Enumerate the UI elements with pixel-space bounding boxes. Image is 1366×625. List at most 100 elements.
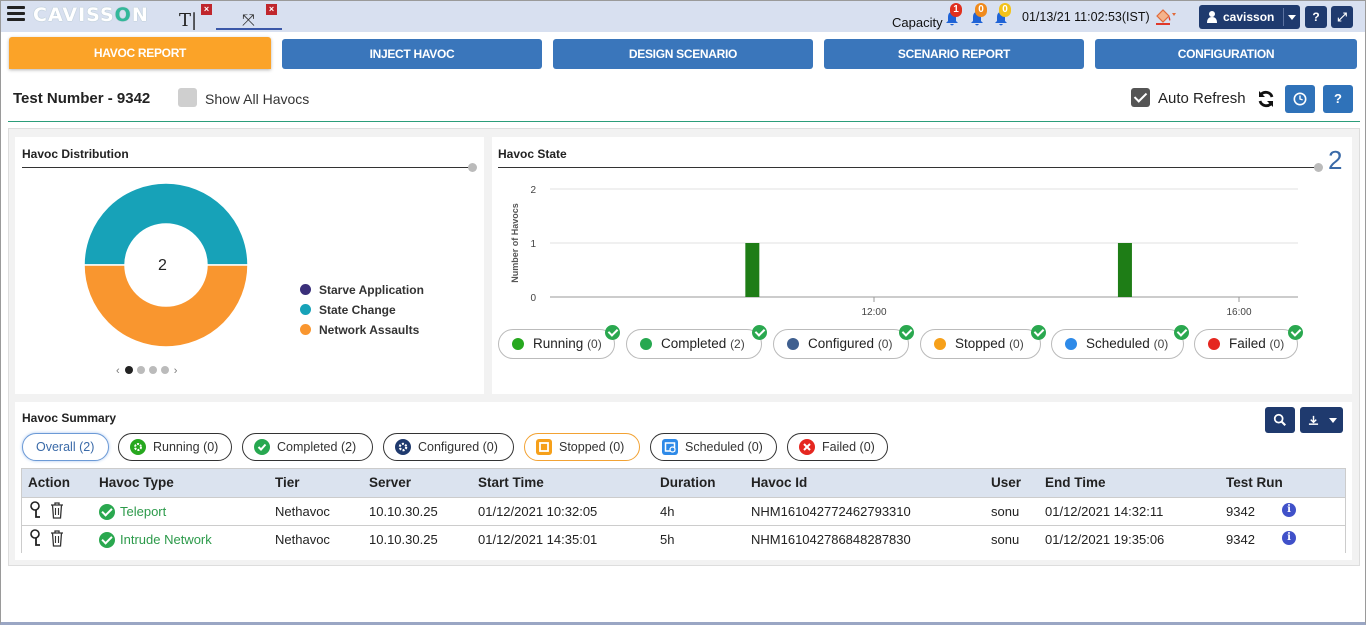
show-all-havocs-checkbox[interactable] bbox=[178, 88, 197, 107]
alert-bell-major[interactable]: 0 bbox=[970, 3, 987, 27]
top-bar: CAVISSON T| × ⤧ × Capacity 1 0 0 01/13/2… bbox=[1, 1, 1365, 32]
column-header[interactable]: User bbox=[991, 475, 1021, 490]
search-button[interactable] bbox=[1265, 407, 1295, 433]
alert-bell-minor[interactable]: 0 bbox=[994, 3, 1011, 27]
check-icon bbox=[1031, 325, 1046, 340]
page-help-button[interactable]: ? bbox=[1323, 85, 1353, 113]
probe-icon[interactable] bbox=[30, 529, 42, 549]
history-button[interactable] bbox=[1285, 85, 1315, 113]
close-icon[interactable]: × bbox=[266, 4, 277, 15]
divider bbox=[498, 167, 1318, 168]
chart-bar[interactable] bbox=[745, 243, 760, 297]
tab-scenario-report[interactable]: SCENARIO REPORT bbox=[824, 39, 1084, 69]
filter-completed[interactable]: Completed (2) bbox=[242, 433, 373, 461]
donut-slice-state-change[interactable] bbox=[83, 182, 249, 266]
duration-cell: 5h bbox=[660, 532, 675, 547]
legend-item[interactable]: Starve Application bbox=[300, 283, 424, 297]
close-icon[interactable]: × bbox=[201, 4, 212, 15]
filter-scheduled[interactable]: Scheduled (0) bbox=[650, 433, 777, 461]
havoc-id-cell: NHM161042772462793310 bbox=[751, 504, 911, 519]
column-header[interactable]: End Time bbox=[1045, 475, 1106, 490]
legend-item[interactable]: State Change bbox=[300, 303, 396, 317]
pager-dot[interactable] bbox=[124, 366, 133, 374]
alert-count-badge: 0 bbox=[975, 3, 987, 17]
app-tab-text[interactable]: T| × bbox=[177, 4, 213, 31]
capacity-label: Capacity bbox=[892, 15, 943, 30]
column-header[interactable]: Server bbox=[369, 475, 411, 490]
state-pill-stopped[interactable]: Stopped (0) bbox=[920, 325, 1046, 359]
theme-paint-icon[interactable] bbox=[1154, 6, 1176, 26]
test-run-cell: 9342 bbox=[1226, 504, 1255, 519]
tab-configuration[interactable]: CONFIGURATION bbox=[1095, 39, 1357, 69]
network-icon: ⤧ bbox=[242, 10, 255, 29]
check-icon bbox=[605, 325, 620, 340]
card-title: Havoc Distribution bbox=[22, 147, 129, 161]
state-pill-running[interactable]: Running (0) bbox=[498, 325, 620, 359]
user-cell: sonu bbox=[991, 504, 1020, 519]
tab-design-scenario[interactable]: DESIGN SCENARIO bbox=[553, 39, 813, 69]
state-pill-completed[interactable]: Completed (2) bbox=[626, 325, 767, 359]
refresh-icon[interactable] bbox=[1256, 89, 1276, 109]
donut-slice-network-assaults[interactable] bbox=[83, 264, 249, 348]
gear-icon bbox=[130, 439, 146, 455]
state-pill-scheduled[interactable]: Scheduled (0) bbox=[1051, 325, 1189, 359]
trash-icon[interactable] bbox=[50, 529, 64, 547]
column-header[interactable]: Havoc Type bbox=[99, 475, 174, 490]
column-header[interactable]: Duration bbox=[660, 475, 716, 490]
tab-havoc-report[interactable]: HAVOC REPORT bbox=[9, 37, 271, 69]
pager-dot[interactable] bbox=[160, 366, 169, 374]
status-dot bbox=[1208, 338, 1220, 350]
page-title: Test Number - 9342 bbox=[13, 90, 151, 107]
havoc-type-link[interactable]: Teleport bbox=[120, 504, 166, 519]
alert-bell-critical[interactable]: 1 bbox=[945, 3, 962, 27]
server-cell: 10.10.30.25 bbox=[369, 532, 438, 547]
end-time-cell: 01/12/2021 14:32:11 bbox=[1045, 504, 1164, 519]
column-header[interactable]: Start Time bbox=[478, 475, 544, 490]
user-icon bbox=[1207, 11, 1217, 23]
column-header[interactable]: Action bbox=[28, 475, 70, 490]
y-tick-label: 1 bbox=[530, 239, 536, 250]
info-icon[interactable]: i bbox=[1282, 503, 1296, 517]
column-header[interactable]: Test Run bbox=[1226, 475, 1283, 490]
trash-icon[interactable] bbox=[50, 501, 64, 519]
close-circle-icon bbox=[799, 439, 815, 455]
status-dot bbox=[787, 338, 799, 350]
havoc-type-link[interactable]: Intrude Network bbox=[120, 532, 212, 547]
search-icon bbox=[1273, 413, 1286, 426]
x-tick-label: 16:00 bbox=[1226, 307, 1251, 318]
havoc-total-count: 2 bbox=[1328, 145, 1343, 175]
auto-refresh-checkbox[interactable] bbox=[1131, 88, 1150, 107]
duration-cell: 4h bbox=[660, 504, 675, 519]
status-dot bbox=[1065, 338, 1077, 350]
download-button[interactable] bbox=[1300, 407, 1343, 433]
column-header[interactable]: Havoc Id bbox=[751, 475, 807, 490]
filter-running[interactable]: Running (0) bbox=[118, 433, 232, 461]
calendar-icon bbox=[662, 439, 678, 455]
app-tab-network[interactable]: ⤧ × bbox=[216, 4, 282, 30]
chart-bar[interactable] bbox=[1117, 243, 1132, 297]
filter-failed[interactable]: Failed (0) bbox=[787, 433, 888, 461]
filter-stopped[interactable]: Stopped (0) bbox=[524, 433, 640, 461]
info-icon[interactable]: i bbox=[1282, 531, 1296, 545]
filter-overall[interactable]: Overall (2) bbox=[22, 433, 109, 461]
state-pill-configured[interactable]: Configured (0) bbox=[773, 325, 914, 359]
download-icon bbox=[1308, 415, 1319, 425]
user-menu-button[interactable]: cavisson bbox=[1199, 5, 1300, 29]
chevron-right-icon[interactable]: › bbox=[174, 365, 178, 377]
probe-icon[interactable] bbox=[30, 501, 42, 521]
state-pill-failed[interactable]: Failed (0) bbox=[1194, 325, 1303, 359]
hamburger-menu-icon[interactable] bbox=[7, 6, 25, 22]
column-header[interactable]: Tier bbox=[275, 475, 300, 490]
current-datetime: 01/13/21 11:02:53(IST) bbox=[1022, 10, 1150, 24]
x-tick-label: 12:00 bbox=[861, 307, 886, 318]
pager-dot[interactable] bbox=[148, 366, 157, 374]
help-button[interactable]: ? bbox=[1305, 6, 1327, 28]
fullscreen-button[interactable]: ⤢ bbox=[1331, 6, 1353, 28]
tier-cell: Nethavoc bbox=[275, 532, 330, 547]
filter-configured[interactable]: Configured (0) bbox=[383, 433, 514, 461]
pager-dot[interactable] bbox=[136, 366, 145, 374]
legend-item[interactable]: Network Assaults bbox=[300, 323, 419, 337]
tab-inject-havoc[interactable]: INJECT HAVOC bbox=[282, 39, 542, 69]
table-header: Action Havoc Type Tier Server Start Time… bbox=[22, 469, 1345, 497]
chevron-left-icon[interactable]: ‹ bbox=[116, 365, 120, 377]
